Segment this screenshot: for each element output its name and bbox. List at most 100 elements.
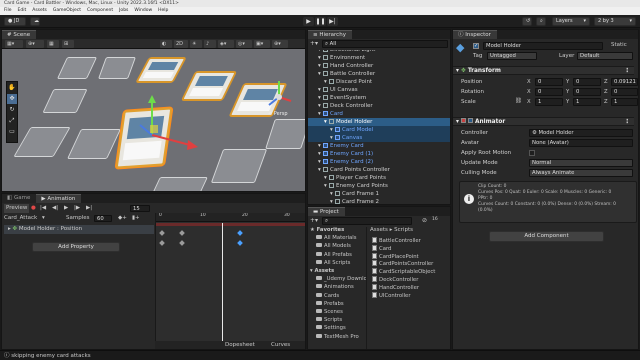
draw-mode-button[interactable]: ▦▾ [5,40,23,48]
project-folder-item[interactable]: Animations [316,284,354,292]
frame-field[interactable]: 15 [130,205,150,212]
scale-z-field[interactable]: 1 [611,98,638,106]
prev-frame-icon[interactable]: ◀| [52,204,58,213]
filter-icon[interactable]: ⊘ [422,217,427,224]
scale-x-field[interactable]: 1 [535,98,563,106]
step-button[interactable]: ▶| [327,17,338,26]
move-tool-icon[interactable]: ✥ [7,94,17,104]
menu-item-edit[interactable]: Edit [18,7,27,15]
script-file-item[interactable]: HandController [372,283,419,292]
script-file-item[interactable]: CardScriptableObject [372,268,435,276]
add-component-button[interactable]: Add Component [489,231,604,242]
keyframe[interactable] [179,230,185,236]
rotate-tool-icon[interactable]: ↻ [7,105,17,115]
persp-label[interactable]: < Persp [268,111,288,117]
project-folder-item[interactable]: Settings [316,325,346,333]
last-frame-icon[interactable]: ▶| [86,204,92,213]
playhead[interactable] [222,223,223,349]
move-gizmo[interactable] [132,95,202,165]
rotation-z-field[interactable]: 0 [611,88,638,96]
record-icon[interactable]: ● [31,204,36,213]
keyframe[interactable] [237,240,243,246]
tab-game[interactable]: ◧ Game [2,194,37,203]
hierarchy-item[interactable]: ▾ Player Card Points [308,174,450,182]
dopesheet-tab[interactable]: Dopesheet [225,342,255,348]
breadcrumb-scripts[interactable]: Scripts [394,227,413,233]
curves-tab[interactable]: Curves [271,342,290,348]
project-folder-item[interactable]: All Prefabs [316,251,352,260]
tab-hierarchy[interactable]: ≡ Hierarchy [308,30,352,39]
snap-icon[interactable]: ⊞ [62,40,74,48]
status-text[interactable]: skipping enemy card attacks [11,353,90,359]
hierarchy-item[interactable]: ▾ Card Frame 1 [308,190,450,198]
hierarchy-item[interactable]: ▾Enemy Card (1)› [308,150,450,158]
project-folder-item[interactable]: All Scripts [316,259,350,268]
cloud-icon[interactable]: ☁ [30,17,40,26]
hierarchy-item[interactable]: ▾ Deck Controller [308,102,450,110]
hierarchy-item[interactable]: ▾ Model Holder [308,118,450,126]
menu-item-help[interactable]: Help [158,7,168,15]
script-file-item[interactable]: Card [372,244,391,253]
layers-dropdown[interactable]: Layers ▾ [552,17,590,26]
search-icon[interactable]: ⌕ [536,17,546,26]
enemy-card[interactable] [135,57,187,83]
hidden-objects-icon[interactable]: ◎▾ [236,40,252,48]
hierarchy-item[interactable]: ▾ Card Model [308,126,450,134]
add-property-button[interactable]: Add Property [32,242,120,252]
component-menu-icon[interactable]: ⋮ [624,118,630,127]
update-mode-dropdown[interactable]: Normal [529,159,633,167]
play-button[interactable]: ▶ [303,17,314,26]
add-icon[interactable]: +▾ [310,40,318,47]
project-folder-item[interactable]: TextMesh Pro [316,333,359,342]
hierarchy-item[interactable]: ▾ Environment [308,54,450,62]
static-toggle[interactable]: Static [611,42,627,48]
script-file-item[interactable]: CardPlacePoint [372,252,419,261]
effects-icon[interactable]: ◈▾ [218,40,234,48]
project-folder-item[interactable]: Scripts [316,317,342,325]
rotation-x-field[interactable]: 0 [535,88,563,96]
play-anim-icon[interactable]: ▶ [64,204,68,213]
enabled-checkbox[interactable] [467,118,473,123]
hierarchy-item[interactable]: ▾Enemy Card (2)› [308,158,450,166]
hierarchy-item[interactable]: ▾Enemy Card› [308,142,450,150]
add-event-icon[interactable]: ▮+ [132,214,140,223]
menu-item-jobs[interactable]: Jobs [119,7,128,15]
tag-dropdown[interactable]: Untagged [487,52,537,60]
project-search-input[interactable]: ⌕ [322,217,412,225]
keyframe[interactable] [159,230,165,236]
menu-item-gameobject[interactable]: GameObject [53,7,81,15]
tab-scene[interactable]: # Scene [2,30,37,39]
root-motion-checkbox[interactable] [529,150,535,156]
animation-timeline[interactable]: 0 10 20 30 [155,213,305,349]
position-y-field[interactable]: 0 [573,78,601,86]
project-folder-item[interactable]: Prefabs [316,300,344,309]
hierarchy-item[interactable]: ▾ Battle Controller [308,70,450,78]
hand-tool-icon[interactable]: ✋ [7,83,17,93]
pause-button[interactable]: ❚❚ [315,17,326,26]
track-row[interactable]: ▸ ✥ Model Holder : Position [4,225,154,234]
keyframe[interactable] [179,240,185,246]
samples-field[interactable]: 60 [94,215,112,222]
culling-mode-dropdown[interactable]: Always Animate [529,169,633,177]
scene-viewport[interactable]: < Persp ✋ ✥ ↻ ⤢ ▭ [2,49,305,191]
add-icon[interactable]: +▾ [310,217,318,224]
shading-icon[interactable]: ◐ [160,40,172,48]
tab-project[interactable]: ▬ Project [308,207,345,216]
hierarchy-item[interactable]: ▾ Discard Point [308,78,450,86]
account-button[interactable]: ● JD [4,17,26,26]
controller-field[interactable]: ⚙ Model Holder [529,129,633,137]
hierarchy-search-input[interactable]: ⌕ All [322,40,448,48]
keyframe[interactable] [159,240,165,246]
script-file-item[interactable]: DeckController [372,276,418,284]
rect-tool-icon[interactable]: ▭ [7,127,17,137]
menu-item-window[interactable]: Window [134,7,152,15]
transform-header[interactable]: ▾ ✥ Transform ⋮ [453,66,634,75]
layout-dropdown[interactable]: 2 by 3 ▾ [594,17,636,26]
clip-dropdown[interactable]: Card_Attack [4,214,37,223]
first-frame-icon[interactable]: |◀ [40,204,46,213]
menu-item-component[interactable]: Component [87,7,113,15]
hierarchy-item[interactable]: ▾ EventSystem [308,94,450,102]
animator-header[interactable]: ▾ Animator ⋮ [453,117,634,126]
link-icon[interactable]: ⛓ [515,98,522,104]
breadcrumb-assets[interactable]: Assets [370,227,388,233]
